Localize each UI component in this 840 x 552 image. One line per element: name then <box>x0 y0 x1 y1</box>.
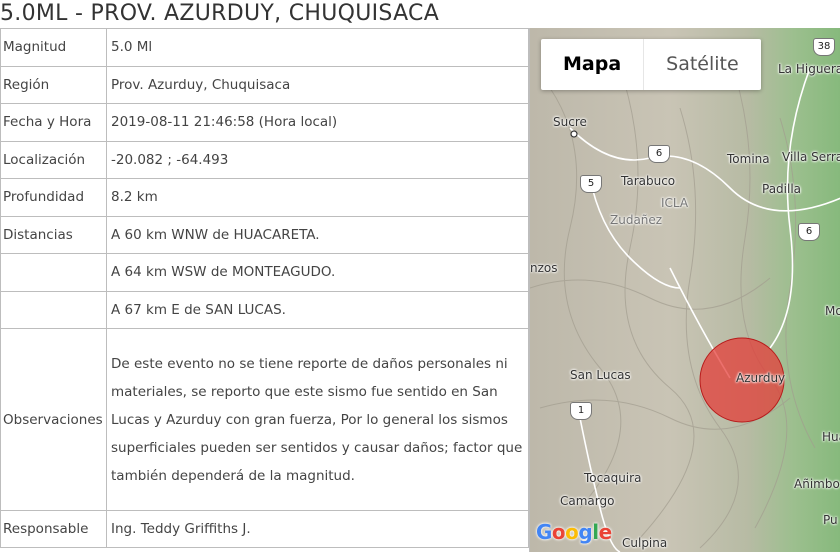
place-sucre: Sucre <box>553 115 587 129</box>
label-distancias: Distancias <box>0 215 107 254</box>
row-distancias-1: Distancias A 60 km WNW de HUACARETA. <box>0 215 529 254</box>
place-la-higuera: La Higuera <box>778 62 840 76</box>
map-view[interactable]: Mapa Satélite 38 6 5 6 1 La Higuera Sucr… <box>529 28 840 552</box>
label-responsable: Responsable <box>0 510 107 548</box>
value-magnitud: 5.0 Ml <box>106 28 529 67</box>
route-shield-6-west: 6 <box>648 145 670 163</box>
place-villa-serrano: Villa Serra <box>782 150 840 164</box>
place-ravelo-partial: nzos <box>530 261 558 275</box>
terrain-layer <box>530 28 840 552</box>
place-animbo: Añimbo <box>794 477 840 491</box>
row-region: Región Prov. Azurduy, Chuquisaca <box>0 65 529 104</box>
place-tarabuco: Tarabuco <box>621 174 676 188</box>
label-observaciones: Observaciones <box>0 328 107 511</box>
place-camargo: Camargo <box>560 494 615 508</box>
label-region: Región <box>0 65 107 104</box>
value-fecha-hora: 2019-08-11 21:46:58 (Hora local) <box>106 103 529 142</box>
event-details-table: Magnitud 5.0 Ml Región Prov. Azurduy, Ch… <box>0 28 529 548</box>
row-observaciones: Observaciones De este evento no se tiene… <box>0 328 529 511</box>
row-distancias-3: A 67 km E de SAN LUCAS. <box>0 290 529 329</box>
place-azurduy: Azurduy <box>736 371 786 385</box>
row-distancias-2: A 64 km WSW de MONTEAGUDO. <box>0 253 529 292</box>
value-responsable: Ing. Teddy Griffiths J. <box>106 510 529 548</box>
place-culpina: Culpina <box>622 536 668 550</box>
label-magnitud: Magnitud <box>0 28 107 67</box>
place-monteagudo-partial: Mo <box>825 304 840 318</box>
label-empty <box>0 253 107 292</box>
map-type-control: Mapa Satélite <box>541 39 761 90</box>
row-localizacion: Localización -20.082 ; -64.493 <box>0 140 529 179</box>
row-magnitud: Magnitud 5.0 Ml <box>0 28 529 67</box>
route-shield-6-east: 6 <box>798 223 820 241</box>
map-type-mapa-button[interactable]: Mapa <box>541 39 643 90</box>
place-partial: Pu <box>823 513 838 527</box>
label-localizacion: Localización <box>0 140 107 179</box>
value-region: Prov. Azurduy, Chuquisaca <box>106 65 529 104</box>
route-shield-38: 38 <box>813 38 835 56</box>
value-observaciones: De este evento no se tiene reporte de da… <box>106 328 529 511</box>
route-shield-5: 5 <box>580 175 602 193</box>
place-zudanez: Zudañez <box>610 213 663 227</box>
label-profundidad: Profundidad <box>0 178 107 217</box>
place-padilla: Padilla <box>762 182 802 196</box>
google-logo: Google <box>536 520 612 544</box>
row-profundidad: Profundidad 8.2 km <box>0 178 529 217</box>
place-huacareta-partial: Hua <box>822 430 840 444</box>
route-shield-1: 1 <box>570 402 592 420</box>
label-empty <box>0 290 107 329</box>
place-tomina: Tomina <box>727 152 770 166</box>
value-distancia-1: A 60 km WNW de HUACARETA. <box>106 215 529 254</box>
row-fecha-hora: Fecha y Hora 2019-08-11 21:46:58 (Hora l… <box>0 103 529 142</box>
value-profundidad: 8.2 km <box>106 178 529 217</box>
value-distancia-2: A 64 km WSW de MONTEAGUDO. <box>106 253 529 292</box>
page-title: 5.0ML - PROV. AZURDUY, CHUQUISACA <box>0 1 440 26</box>
value-localizacion: -20.082 ; -64.493 <box>106 140 529 179</box>
map-type-satelite-button[interactable]: Satélite <box>643 39 761 90</box>
place-icla: ICLA <box>661 196 689 210</box>
place-tocaquira: Tocaquira <box>584 471 642 485</box>
place-san-lucas: San Lucas <box>570 368 631 382</box>
value-distancia-3: A 67 km E de SAN LUCAS. <box>106 290 529 329</box>
row-responsable: Responsable Ing. Teddy Griffiths J. <box>0 510 529 548</box>
label-fecha-hora: Fecha y Hora <box>0 103 107 142</box>
